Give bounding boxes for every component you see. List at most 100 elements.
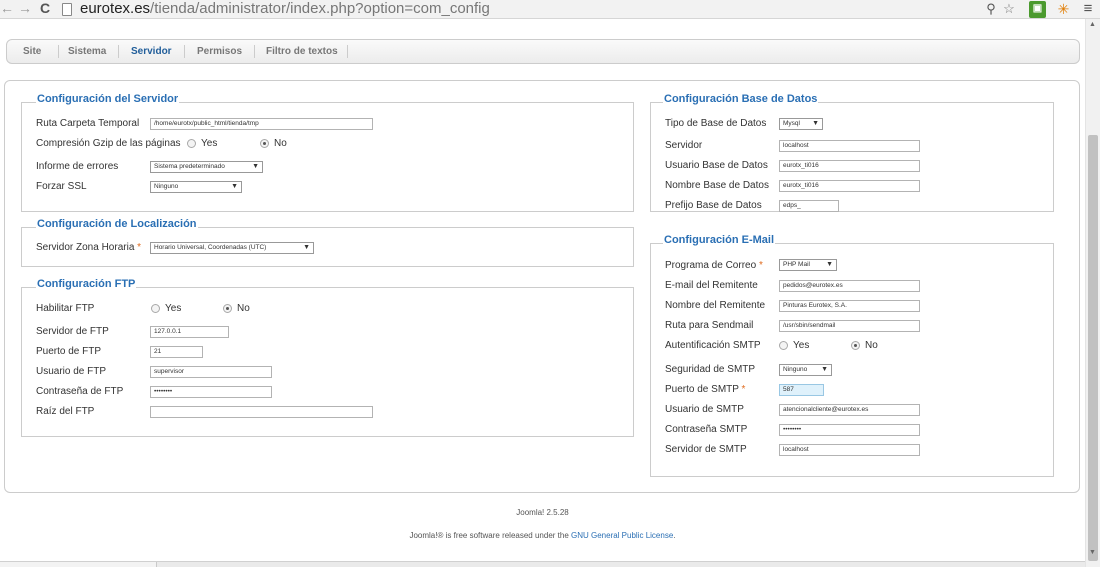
mailer-label-text: Programa de Correo — [665, 260, 757, 271]
ftp-enable-no-label: No — [237, 303, 250, 314]
smtp-auth-yes-label: Yes — [793, 340, 810, 351]
error-reporting-select[interactable]: Sistema predeterminado ▼ — [150, 161, 263, 173]
bookmark-star-icon[interactable]: ☆ — [1001, 1, 1017, 17]
ftp-port-label: Puerto de FTP — [36, 346, 102, 357]
tab-site[interactable]: Site — [23, 40, 41, 63]
menu-icon[interactable]: ≡ — [1080, 1, 1096, 17]
gzip-yes-label: Yes — [201, 138, 218, 149]
scroll-down-icon[interactable]: ▼ — [1089, 549, 1096, 556]
db-type-select[interactable]: Mysql ▼ — [779, 118, 823, 130]
db-host-input[interactable]: localhost — [779, 140, 920, 152]
browser-status-bar — [0, 561, 1085, 567]
ftp-port-input[interactable]: 21 — [150, 346, 203, 358]
smtp-secure-select[interactable]: Ninguno ▼ — [779, 364, 832, 376]
smtp-auth-label: Autentificación SMTP — [665, 340, 761, 351]
ftp-config-fieldset: Configuración FTP Habilitar FTP Yes No S… — [21, 278, 634, 437]
tab-servidor[interactable]: Servidor — [131, 40, 172, 63]
mailer-value: PHP Mail — [783, 261, 810, 268]
scroll-up-icon[interactable]: ▲ — [1089, 21, 1096, 28]
page-icon — [62, 3, 72, 16]
license-notice: Joomla!® is free software released under… — [0, 531, 1085, 540]
mail-from-input[interactable]: pedidos@eurotex.es — [779, 280, 920, 292]
required-marker: * — [137, 242, 142, 253]
smtp-pass-input[interactable]: •••••••• — [779, 424, 920, 436]
smtp-host-input[interactable]: localhost — [779, 444, 920, 456]
smtp-port-label-text: Puerto de SMTP — [665, 384, 739, 395]
database-config-legend: Configuración Base de Datos — [663, 93, 819, 105]
smtp-user-label: Usuario de SMTP — [665, 404, 744, 415]
smtp-user-input[interactable]: atencionalcliente@eurotex.es — [779, 404, 920, 416]
smtp-secure-label: Seguridad de SMTP — [665, 364, 756, 375]
gnu-license-link[interactable]: GNU General Public License — [571, 531, 673, 540]
error-reporting-label: Informe de errores — [36, 161, 119, 172]
smtp-port-input[interactable]: 587 — [779, 384, 824, 396]
chevron-down-icon: ▼ — [812, 120, 819, 127]
sendmail-input[interactable]: /usr/sbin/sendmail — [779, 320, 920, 332]
from-name-input[interactable]: Pinturas Eurotex, S.A. — [779, 300, 920, 312]
address-bar[interactable]: eurotex.es/tienda/administrator/index.ph… — [80, 0, 490, 17]
smtp-auth-no-radio[interactable] — [851, 341, 860, 350]
forward-arrow-icon[interactable]: → — [18, 0, 32, 17]
mailer-select[interactable]: PHP Mail ▼ — [779, 259, 837, 271]
reload-icon[interactable]: C — [40, 0, 50, 17]
db-type-label: Tipo de Base de Datos — [665, 118, 767, 129]
ftp-user-label: Usuario de FTP — [36, 366, 107, 377]
chevron-down-icon: ▼ — [303, 244, 310, 251]
ftp-enable-yes-radio[interactable] — [151, 304, 160, 313]
config-tabs: Site Sistema Servidor Permisos Filtro de… — [6, 39, 1080, 64]
smtp-auth-yes-radio[interactable] — [779, 341, 788, 350]
db-user-input[interactable]: eurotx_ti016 — [779, 160, 920, 172]
ftp-enable-no-radio[interactable] — [223, 304, 232, 313]
server-config-fieldset: Configuración del Servidor Ruta Carpeta … — [21, 93, 634, 212]
ftp-pass-input[interactable]: •••••••• — [150, 386, 272, 398]
db-type-value: Mysql — [783, 120, 800, 127]
joomla-version: Joomla! 2.5.28 — [516, 508, 569, 517]
gzip-yes-radio[interactable] — [187, 139, 196, 148]
force-ssl-value: Ninguno — [154, 183, 179, 190]
gzip-no-label: No — [274, 138, 287, 149]
force-ssl-label: Forzar SSL — [36, 181, 87, 192]
force-ssl-select[interactable]: Ninguno ▼ — [150, 181, 242, 193]
back-arrow-icon[interactable]: ← — [0, 0, 14, 17]
chevron-down-icon: ▼ — [231, 183, 238, 190]
chevron-down-icon: ▼ — [252, 163, 259, 170]
license-prefix: Joomla!® is free software released under… — [409, 531, 571, 540]
db-host-label: Servidor — [665, 140, 703, 151]
tab-divider — [347, 45, 348, 58]
page-scrollbar[interactable]: ▲ ▼ — [1085, 19, 1100, 567]
ftp-enable-yes-label: Yes — [165, 303, 182, 314]
chevron-down-icon: ▼ — [821, 366, 828, 373]
tab-filtro-de-textos[interactable]: Filtro de textos — [266, 40, 338, 63]
joomla-extension-icon[interactable]: ✳ — [1055, 1, 1072, 17]
db-prefix-label: Prefijo Base de Datos — [665, 200, 762, 211]
required-marker: * — [758, 260, 763, 271]
db-prefix-input[interactable]: edps_ — [779, 200, 839, 212]
gzip-no-radio[interactable] — [260, 139, 269, 148]
ftp-host-input[interactable]: 127.0.0.1 — [150, 326, 229, 338]
email-config-legend: Configuración E-Mail — [663, 234, 775, 246]
db-user-label: Usuario Base de Datos — [665, 160, 768, 171]
ftp-root-input[interactable] — [150, 406, 373, 418]
chevron-down-icon: ▼ — [826, 261, 833, 268]
db-name-input[interactable]: eurotx_ti016 — [779, 180, 920, 192]
timezone-label-text: Servidor Zona Horaria — [36, 242, 135, 253]
scroll-thumb[interactable] — [1088, 135, 1098, 561]
smtp-pass-label: Contraseña SMTP — [665, 424, 748, 435]
tmp-path-input[interactable]: /home/eurotx/public_html/tienda/tmp — [150, 118, 373, 130]
smtp-secure-value: Ninguno — [783, 366, 808, 373]
sendmail-label: Ruta para Sendmail — [665, 320, 754, 331]
tab-divider — [58, 45, 59, 58]
error-reporting-value: Sistema predeterminado — [154, 163, 225, 170]
ftp-enable-label: Habilitar FTP — [36, 303, 95, 314]
ftp-user-input[interactable]: supervisor — [150, 366, 272, 378]
tab-divider — [254, 45, 255, 58]
database-config-fieldset: Configuración Base de Datos Tipo de Base… — [650, 93, 1054, 212]
extension-icon[interactable]: ▣ — [1029, 1, 1046, 18]
key-icon[interactable]: ⚲ — [985, 1, 997, 17]
tab-sistema[interactable]: Sistema — [68, 40, 106, 63]
tab-permisos[interactable]: Permisos — [197, 40, 242, 63]
mailer-label: Programa de Correo * — [665, 259, 763, 272]
config-panel: Configuración del Servidor Ruta Carpeta … — [4, 80, 1080, 493]
url-path: /tienda/administrator/index.php?option=c… — [150, 0, 490, 17]
timezone-select[interactable]: Horario Universal, Coordenadas (UTC) ▼ — [150, 242, 314, 254]
